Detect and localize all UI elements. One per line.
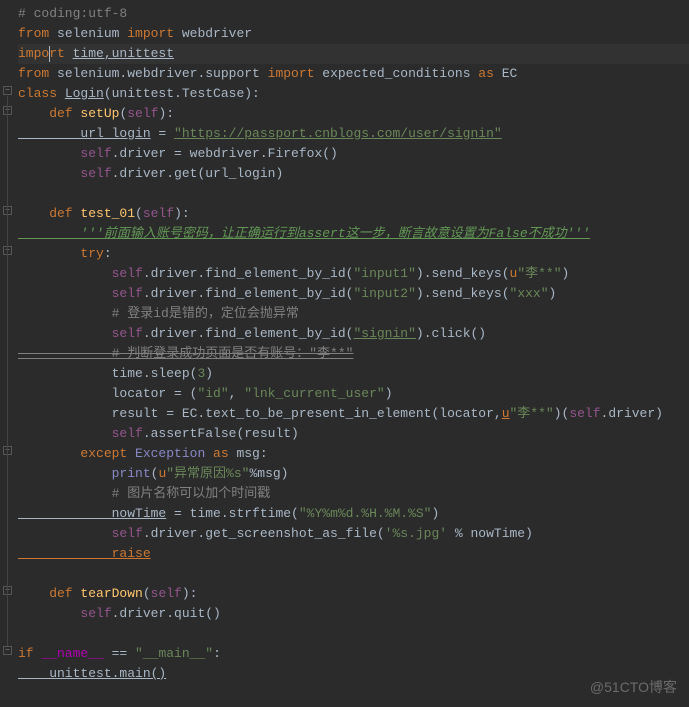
code-line[interactable]: self.assertFalse(result) xyxy=(18,424,689,444)
code-line-active[interactable]: import time,unittest xyxy=(18,44,689,64)
code-line[interactable]: url_login = "https://passport.cnblogs.co… xyxy=(18,124,689,144)
code-line-blank[interactable] xyxy=(18,184,689,204)
code-line[interactable]: try: xyxy=(18,244,689,264)
code-line[interactable]: self.driver.get_screenshot_as_file('%s.j… xyxy=(18,524,689,544)
code-line[interactable]: self.driver.find_element_by_id("signin")… xyxy=(18,324,689,344)
code-line[interactable]: from selenium import webdriver xyxy=(18,24,689,44)
code-line[interactable]: time.sleep(3) xyxy=(18,364,689,384)
code-line[interactable]: except Exception as msg: xyxy=(18,444,689,464)
code-line[interactable]: self.driver.find_element_by_id("input2")… xyxy=(18,284,689,304)
code-line[interactable]: print(u"异常原因%s"%msg) xyxy=(18,464,689,484)
code-editor[interactable]: −−−−−−− # coding:utf-8 from selenium imp… xyxy=(0,0,689,688)
code-line[interactable]: # 判断登录成功页面是否有账号："李**" xyxy=(18,344,689,364)
code-line[interactable]: result = EC.text_to_be_present_in_elemen… xyxy=(18,404,689,424)
code-line[interactable]: def setUp(self): xyxy=(18,104,689,124)
code-line[interactable]: locator = ("id", "lnk_current_user") xyxy=(18,384,689,404)
code-line[interactable]: self.driver = webdriver.Firefox() xyxy=(18,144,689,164)
watermark-label: @51CTO博客 xyxy=(590,677,677,697)
code-line-blank[interactable] xyxy=(18,564,689,584)
fold-toggle-icon[interactable]: − xyxy=(3,86,12,95)
code-line[interactable]: # coding:utf-8 xyxy=(18,4,689,24)
code-line[interactable]: # 图片名称可以加个时间戳 xyxy=(18,484,689,504)
code-line[interactable]: nowTime = time.strftime("%Y%m%d.%H.%M.%S… xyxy=(18,504,689,524)
fold-guide-line xyxy=(7,96,8,646)
code-line[interactable]: self.driver.quit() xyxy=(18,604,689,624)
code-line[interactable]: unittest.main() xyxy=(18,664,689,684)
code-line[interactable]: from selenium.webdriver.support import e… xyxy=(18,64,689,84)
gutter: −−−−−−− xyxy=(0,0,14,688)
code-line[interactable]: class Login(unittest.TestCase): xyxy=(18,84,689,104)
code-line[interactable]: def test_01(self): xyxy=(18,204,689,224)
code-line-blank[interactable] xyxy=(18,624,689,644)
code-line[interactable]: self.driver.get(url_login) xyxy=(18,164,689,184)
fold-toggle-icon[interactable]: − xyxy=(3,646,12,655)
code-line[interactable]: '''前面输入账号密码，让正确运行到assert这一步，断言故意设置为False… xyxy=(18,224,689,244)
code-line[interactable]: self.driver.find_element_by_id("input1")… xyxy=(18,264,689,284)
code-line[interactable]: raise xyxy=(18,544,689,564)
code-line[interactable]: # 登录id是错的，定位会抛异常 xyxy=(18,304,689,324)
code-line[interactable]: if __name__ == "__main__": xyxy=(18,644,689,664)
code-line[interactable]: def tearDown(self): xyxy=(18,584,689,604)
text-caret xyxy=(49,46,50,62)
